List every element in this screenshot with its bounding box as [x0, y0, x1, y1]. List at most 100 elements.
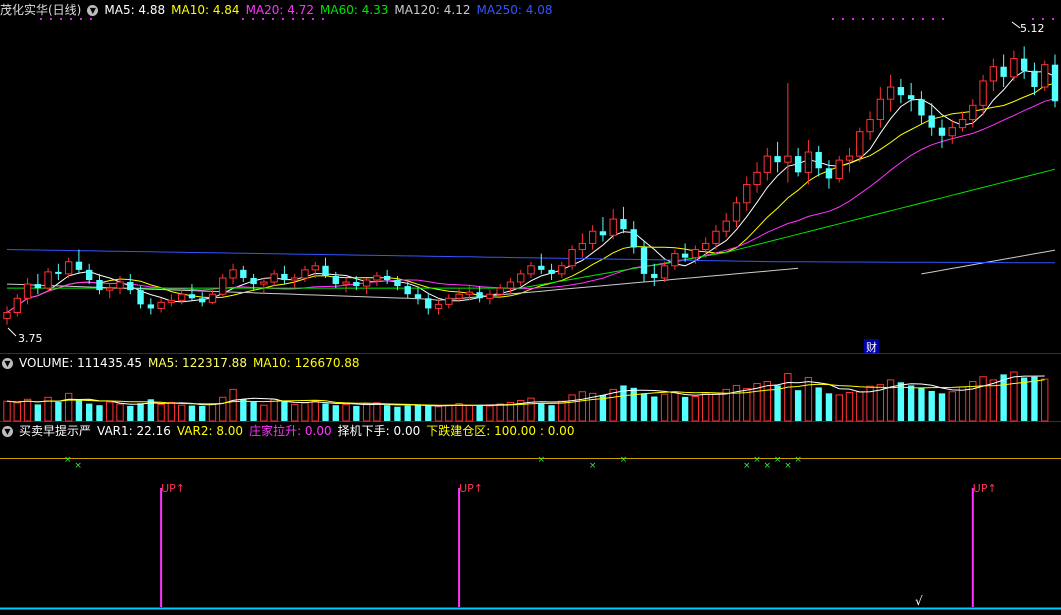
candle-body[interactable] — [96, 280, 103, 291]
candle-body[interactable] — [342, 281, 350, 285]
candle-body[interactable] — [866, 119, 874, 133]
volume-bar[interactable] — [609, 388, 617, 422]
candle-body[interactable] — [383, 275, 391, 280]
volume-bar[interactable] — [815, 387, 822, 421]
volume-bar[interactable] — [311, 400, 319, 422]
volume-bar[interactable] — [845, 392, 854, 422]
volume-bar[interactable] — [681, 396, 689, 421]
candle-body[interactable] — [640, 247, 648, 274]
candle-body[interactable] — [856, 131, 864, 157]
volume-bar[interactable] — [1020, 377, 1028, 421]
candle-body[interactable] — [3, 312, 11, 320]
candle-body[interactable] — [270, 273, 278, 283]
candle-body[interactable] — [958, 119, 967, 129]
candle-body[interactable] — [311, 265, 319, 271]
volume-bar[interactable] — [23, 398, 32, 422]
candle-body[interactable] — [1051, 64, 1059, 102]
volume-bar[interactable] — [660, 393, 669, 422]
volume-bar[interactable] — [394, 406, 401, 421]
candle-body[interactable] — [918, 99, 925, 116]
volume-bar[interactable] — [918, 387, 925, 421]
volume-bar[interactable] — [1031, 376, 1038, 421]
volume-bar[interactable] — [640, 393, 648, 421]
candle-body[interactable] — [588, 230, 597, 244]
volume-bar[interactable] — [270, 398, 278, 422]
volume-bar[interactable] — [743, 388, 751, 422]
volume-bar[interactable] — [199, 405, 206, 421]
candle-body[interactable] — [404, 286, 411, 295]
volume-bar[interactable] — [804, 377, 813, 422]
volume-bar[interactable] — [137, 403, 144, 421]
volume-bar[interactable] — [167, 401, 176, 422]
candle-body[interactable] — [64, 261, 73, 275]
volume-bar[interactable] — [86, 403, 93, 421]
candle-body[interactable] — [1031, 70, 1038, 88]
volume-bar[interactable] — [671, 391, 679, 422]
volume-bar[interactable] — [691, 396, 700, 422]
volume-bar[interactable] — [558, 400, 566, 422]
candle-body[interactable] — [208, 293, 217, 303]
volume-bar[interactable] — [578, 391, 587, 422]
candle-body[interactable] — [219, 277, 227, 295]
volume-bar[interactable] — [784, 373, 792, 422]
candle-body[interactable] — [75, 261, 83, 270]
volume-bar[interactable] — [548, 405, 555, 421]
candle-body[interactable] — [651, 273, 658, 278]
main-chart[interactable]: ×××××××××××UP↑ UP↑ UP↑√5.123.75财 — [0, 0, 1061, 615]
candle-body[interactable] — [989, 66, 998, 82]
volume-bar[interactable] — [732, 384, 741, 422]
candle-body[interactable] — [496, 287, 504, 295]
volume-bar[interactable] — [188, 405, 196, 421]
candle-body[interactable] — [106, 287, 114, 291]
candle-body[interactable] — [671, 253, 679, 267]
volume-bar[interactable] — [116, 403, 124, 422]
volume-bar[interactable] — [486, 405, 494, 422]
candle-body[interactable] — [506, 281, 515, 289]
candle-body[interactable] — [362, 279, 371, 287]
volume-bar[interactable] — [425, 405, 432, 421]
candle-body[interactable] — [578, 242, 587, 251]
candle-body[interactable] — [691, 249, 700, 259]
candle-body[interactable] — [199, 298, 206, 303]
candle-body[interactable] — [127, 282, 134, 291]
candle-body[interactable] — [681, 253, 689, 258]
candle-body[interactable] — [147, 304, 155, 309]
candle-body[interactable] — [527, 265, 535, 275]
candle-body[interactable] — [763, 155, 771, 173]
volume-bar[interactable] — [897, 382, 905, 421]
volume-bar[interactable] — [465, 405, 474, 422]
candle-body[interactable] — [548, 269, 555, 274]
candle-body[interactable] — [701, 242, 710, 251]
candle-body[interactable] — [928, 115, 935, 128]
candle-body[interactable] — [897, 87, 905, 96]
candle-body[interactable] — [784, 155, 792, 163]
volume-bar[interactable] — [1010, 371, 1018, 422]
volume-bar[interactable] — [928, 390, 935, 421]
volume-bar[interactable] — [157, 403, 165, 422]
candle-body[interactable] — [722, 220, 730, 232]
volume-bar[interactable] — [476, 404, 483, 421]
candle-body[interactable] — [825, 168, 833, 179]
volume-bar[interactable] — [958, 386, 967, 422]
candle-body[interactable] — [907, 95, 915, 100]
candle-body[interactable] — [753, 171, 761, 186]
candle-body[interactable] — [835, 159, 843, 179]
candle-body[interactable] — [13, 297, 21, 313]
candle-body[interactable] — [620, 219, 627, 230]
volume-bar[interactable] — [64, 392, 73, 422]
volume-bar[interactable] — [712, 393, 720, 422]
candle-body[interactable] — [969, 104, 977, 121]
volume-bar[interactable] — [281, 401, 288, 421]
candle-body[interactable] — [445, 297, 453, 305]
candle-body[interactable] — [1020, 58, 1028, 71]
volume-bar[interactable] — [332, 405, 339, 421]
candle-body[interactable] — [712, 230, 720, 244]
candle-body[interactable] — [465, 291, 474, 295]
candle-body[interactable] — [938, 127, 946, 136]
volume-bar[interactable] — [527, 397, 535, 422]
candle-body[interactable] — [948, 127, 956, 137]
candle-body[interactable] — [260, 281, 268, 285]
volume-bar[interactable] — [835, 394, 843, 422]
volume-bar[interactable] — [538, 403, 545, 421]
candle-body[interactable] — [1010, 58, 1018, 78]
